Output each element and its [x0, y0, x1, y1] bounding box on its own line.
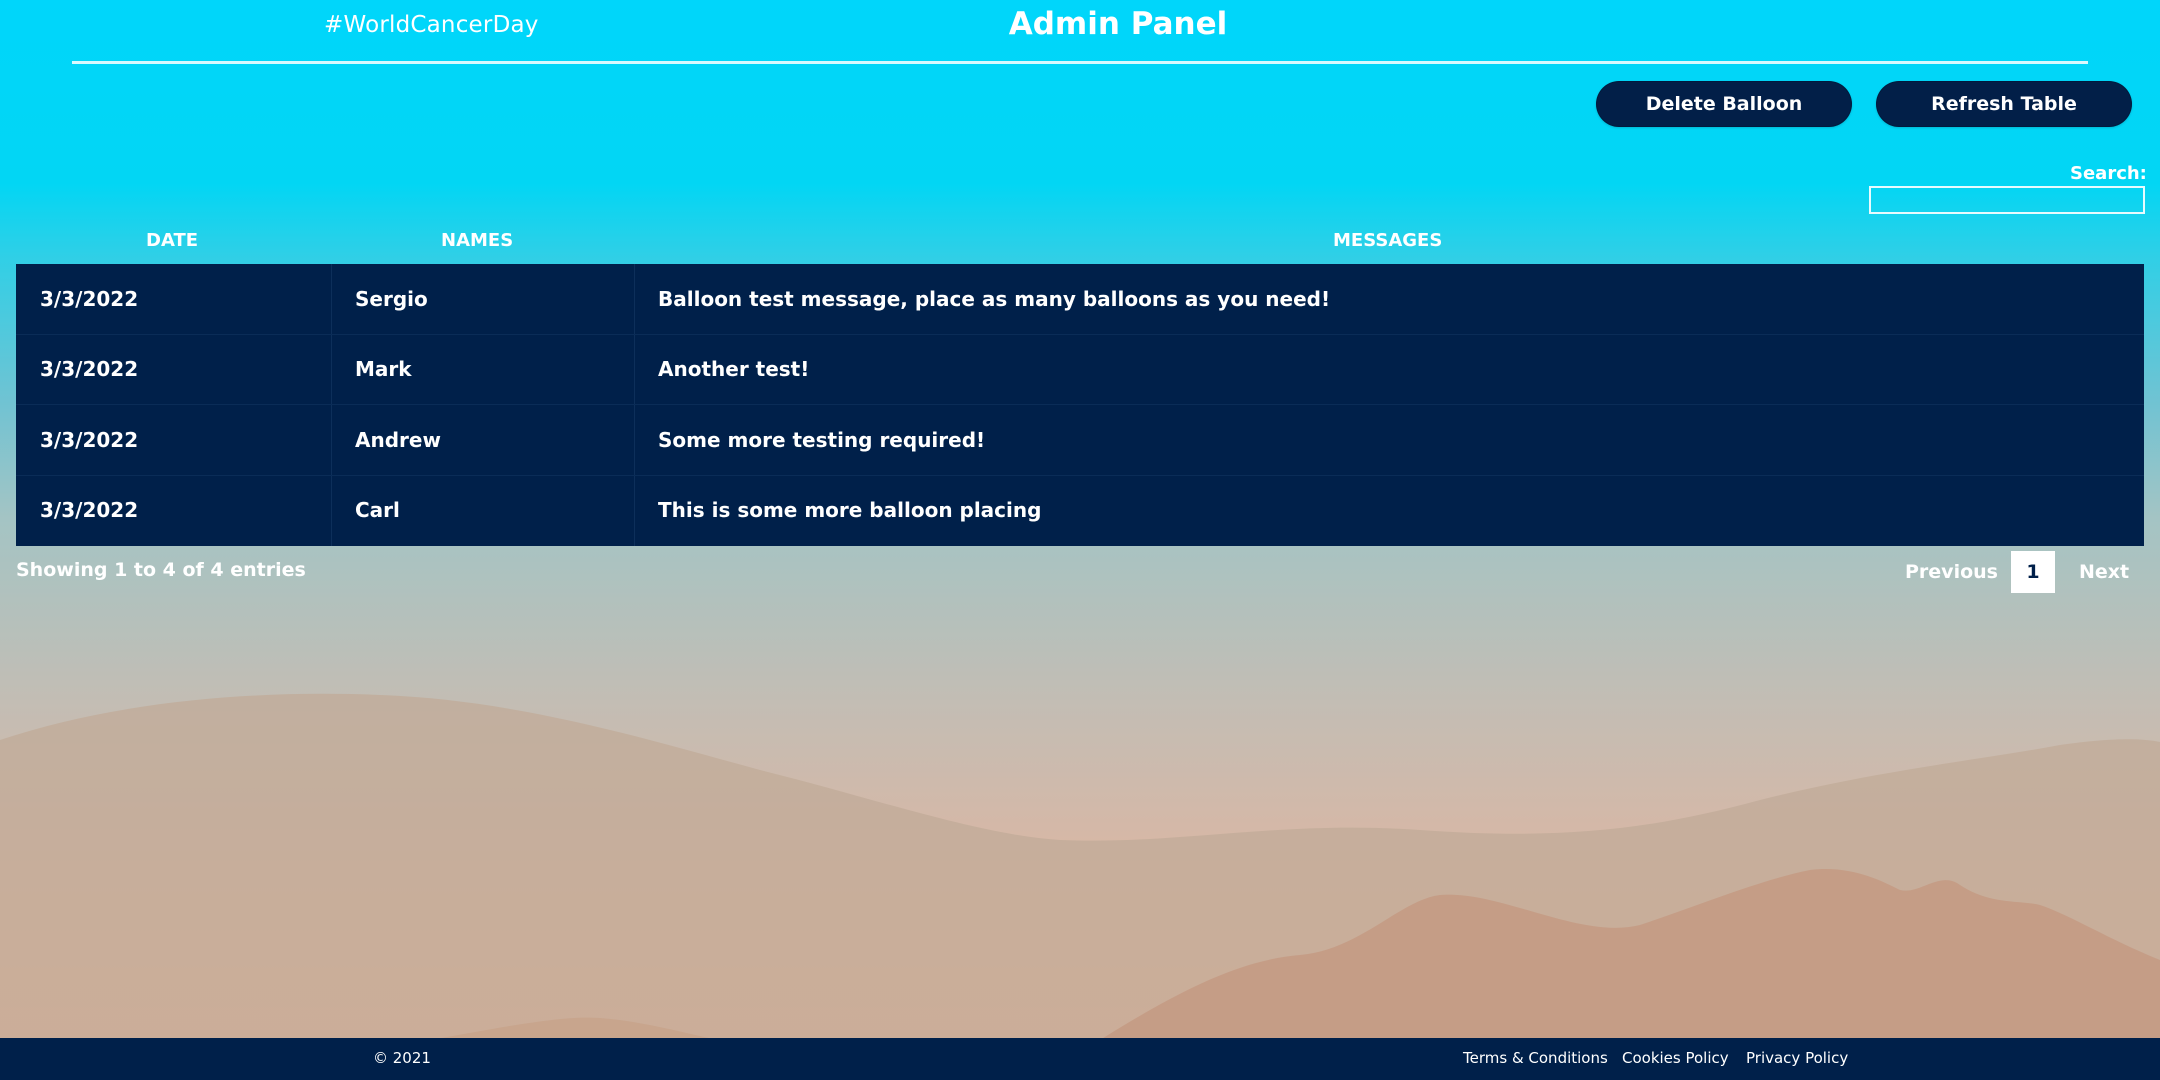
search-input[interactable]: [1869, 186, 2145, 214]
table-row[interactable]: 3/3/2022 Andrew Some more testing requir…: [16, 405, 2144, 476]
pagination-next[interactable]: Next: [2079, 561, 2129, 583]
row-date: 3/3/2022: [40, 428, 139, 452]
header-divider: [72, 61, 2088, 64]
table-row[interactable]: 3/3/2022 Sergio Balloon test message, pl…: [16, 264, 2144, 335]
column-header-messages[interactable]: MESSAGES: [1333, 230, 1442, 251]
row-name: Carl: [355, 498, 400, 522]
footer-link-cookies[interactable]: Cookies Policy: [1622, 1049, 1729, 1067]
row-message: Balloon test message, place as many ball…: [658, 287, 1331, 311]
row-name: Mark: [355, 357, 412, 381]
search-label: Search:: [2070, 163, 2147, 184]
row-name: Andrew: [355, 428, 441, 452]
delete-balloon-button[interactable]: Delete Balloon: [1596, 81, 1852, 127]
balloons-table: 3/3/2022 Sergio Balloon test message, pl…: [16, 264, 2144, 546]
row-date: 3/3/2022: [40, 498, 139, 522]
row-name: Sergio: [355, 287, 428, 311]
table-row[interactable]: 3/3/2022 Mark Another test!: [16, 334, 2144, 405]
row-message: Some more testing required!: [658, 428, 986, 452]
footer: © 2021 Terms & Conditions Cookies Policy…: [0, 1038, 2160, 1080]
footer-link-terms[interactable]: Terms & Conditions: [1463, 1049, 1608, 1067]
row-date: 3/3/2022: [40, 287, 139, 311]
table-info: Showing 1 to 4 of 4 entries: [16, 559, 306, 581]
pagination-previous[interactable]: Previous: [1905, 561, 1998, 583]
pagination-page-current[interactable]: 1: [2011, 551, 2055, 593]
column-header-date[interactable]: DATE: [146, 230, 198, 251]
row-message: This is some more balloon placing: [658, 498, 1042, 522]
footer-link-privacy[interactable]: Privacy Policy: [1746, 1049, 1848, 1067]
row-date: 3/3/2022: [40, 357, 139, 381]
row-message: Another test!: [658, 357, 810, 381]
table-row[interactable]: 3/3/2022 Carl This is some more balloon …: [16, 475, 2144, 545]
column-header-names[interactable]: NAMES: [441, 230, 513, 251]
refresh-table-button[interactable]: Refresh Table: [1876, 81, 2132, 127]
copyright: © 2021: [373, 1049, 431, 1067]
page-title: Admin Panel: [1008, 6, 1228, 42]
